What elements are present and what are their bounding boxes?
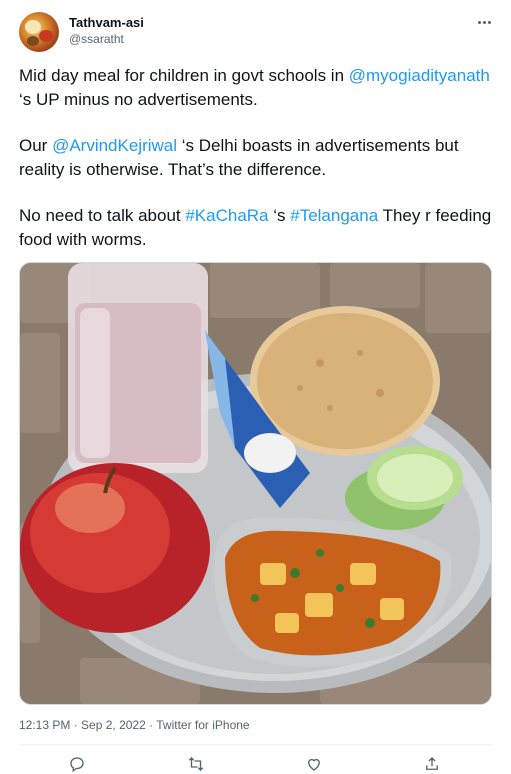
text-span: No need to talk about <box>19 206 186 225</box>
tweet: Tathvam-asi @ssaratht Mid day meal for c… <box>0 0 511 773</box>
action-bar <box>0 750 511 773</box>
tweet-photo[interactable] <box>19 262 492 705</box>
text-span: Our <box>19 136 53 155</box>
tweet-text: Mid day meal for children in govt school… <box>19 64 499 274</box>
text-span: ‘s UP minus no advertisements. <box>19 90 258 109</box>
author-handle[interactable]: @ssaratht <box>69 32 124 47</box>
divider <box>19 744 492 745</box>
date: Sep 2, 2022 <box>81 718 146 732</box>
author-name[interactable]: Tathvam-asi <box>69 15 144 31</box>
separator: · <box>70 718 82 732</box>
share-icon[interactable] <box>421 754 443 774</box>
hashtag-link[interactable]: #Telangana <box>290 206 378 225</box>
tweet-timestamp[interactable]: 12:13 PM · Sep 2, 2022 · Twitter for iPh… <box>19 718 250 732</box>
tweet-paragraph-2: Our @ArvindKejriwal ‘s Delhi boasts in a… <box>19 134 499 182</box>
reply-icon[interactable] <box>66 754 88 774</box>
meal-photo-illustration <box>20 263 491 704</box>
hashtag-link[interactable]: #KaChaRa <box>185 206 268 225</box>
tweet-source[interactable]: Twitter for iPhone <box>156 718 249 732</box>
tweet-paragraph-3: No need to talk about #KaChaRa ‘s #Telan… <box>19 204 499 252</box>
text-span: Mid day meal for children in govt school… <box>19 66 349 85</box>
like-icon[interactable] <box>303 754 325 774</box>
separator: · <box>145 718 157 732</box>
tweet-paragraph-1: Mid day meal for children in govt school… <box>19 64 499 112</box>
mention-link[interactable]: @ArvindKejriwal <box>52 136 177 155</box>
mention-link[interactable]: @myogiadityanath <box>349 66 490 85</box>
time: 12:13 PM <box>19 718 71 732</box>
more-options-icon[interactable] <box>475 15 493 29</box>
retweet-icon[interactable] <box>185 754 207 774</box>
avatar[interactable] <box>19 12 59 52</box>
text-span: ‘s <box>268 206 291 225</box>
